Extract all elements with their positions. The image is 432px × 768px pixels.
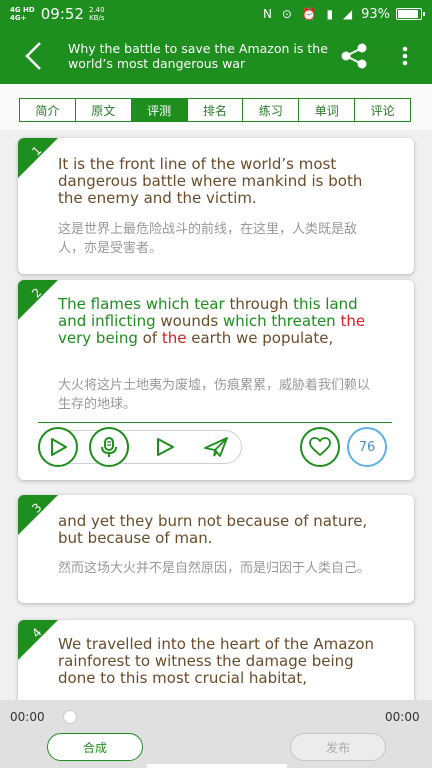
- sentence-english: and yet they burn not because of nature,…: [58, 512, 368, 547]
- battery-percent: 93%: [361, 6, 390, 22]
- play-icon: [51, 438, 67, 456]
- tab-practice[interactable]: 练习: [243, 99, 300, 121]
- home-indicator: [147, 764, 287, 768]
- tab-comments[interactable]: 评论: [355, 99, 410, 121]
- tabs-area: 简介 原文 评测 排名 练习 单词 评论: [0, 84, 432, 130]
- tab-ranking[interactable]: 排名: [188, 99, 244, 121]
- share-button[interactable]: [338, 40, 370, 72]
- sentence-chinese: 这是世界上最危险战斗的前线，在这里，人类既是敌人，亦是受害者。: [58, 222, 358, 256]
- battery-icon: [396, 8, 425, 20]
- sentence-card[interactable]: 4 We travelled into the heart of the Ama…: [18, 620, 414, 700]
- tab-intro[interactable]: 简介: [20, 99, 76, 121]
- card-divider: [38, 422, 392, 423]
- share-icon: [341, 43, 367, 69]
- scored-word-segment: very being: [58, 329, 143, 347]
- page-title: Why the battle to save the Amazon is the…: [68, 41, 328, 71]
- status-time: 09:52: [40, 5, 84, 23]
- playback-time-end: 00:00: [385, 710, 420, 724]
- app-bar: Why the battle to save the Amazon is the…: [0, 28, 432, 84]
- speed-value: 2.40: [88, 6, 105, 14]
- back-chevron-icon: [25, 42, 41, 70]
- scored-word-segment: the: [340, 312, 366, 330]
- sentence-english: It is the front line of the world’s most…: [58, 155, 363, 207]
- more-vert-icon: [402, 46, 408, 66]
- scored-word-segment: earth we populate,: [191, 329, 334, 347]
- tab-original[interactable]: 原文: [76, 99, 132, 121]
- scored-word-segment: of: [142, 329, 162, 347]
- sentence-card[interactable]: 1 It is the front line of the world’s mo…: [18, 138, 414, 274]
- sentence-english-scored: The flames which tear through this land …: [58, 296, 378, 347]
- playback-slider-thumb[interactable]: [63, 710, 77, 724]
- send-icon: [204, 437, 228, 457]
- scored-word-segment: through: [229, 295, 294, 313]
- tab-bar: 简介 原文 评测 排名 练习 单词 评论: [19, 98, 411, 122]
- battery-fill: [398, 10, 419, 18]
- sentence-english: We travelled into the heart of the Amazo…: [58, 635, 375, 687]
- sentence-list[interactable]: 1 It is the front line of the world’s mo…: [0, 130, 432, 700]
- network-indicator: 4G HD 4G+: [10, 6, 35, 22]
- speed-unit: KB/s: [89, 14, 105, 22]
- bottom-bar: 00:00 00:00 合成 发布: [0, 700, 432, 768]
- play-recording-icon: [157, 438, 174, 456]
- scored-word-segment: this: [293, 295, 326, 313]
- back-button[interactable]: [16, 38, 52, 74]
- scored-word-segment: The flames which tear: [58, 295, 230, 313]
- play-original-button[interactable]: [38, 427, 78, 467]
- playback-time-start: 00:00: [10, 710, 45, 724]
- scored-word-segment: the: [161, 329, 192, 347]
- more-button[interactable]: [393, 40, 417, 72]
- status-bar: 4G HD 4G+ 09:52 2.40 KB/s N ⊙ ⏰ ▮ ◢ 93%: [0, 0, 432, 28]
- sentence-card[interactable]: 3 and yet they burn not because of natur…: [18, 495, 414, 603]
- score-badge: 76: [347, 427, 387, 467]
- play-recording-button[interactable]: [145, 427, 185, 467]
- scored-word-segment: wounds: [160, 312, 223, 330]
- network-speed: 2.40 KB/s: [89, 6, 105, 22]
- tab-words[interactable]: 单词: [299, 99, 356, 121]
- tab-evaluation[interactable]: 评测: [131, 99, 188, 121]
- like-button[interactable]: [300, 427, 340, 467]
- network-type-bottom: 4G+: [10, 14, 27, 22]
- record-button[interactable]: [89, 427, 129, 467]
- scored-word-segment: which threaten: [222, 312, 341, 330]
- compose-button[interactable]: 合成: [47, 733, 143, 761]
- heart-icon: [309, 437, 331, 457]
- status-icons: N ⊙ ⏰ ▮ ◢: [263, 7, 356, 21]
- publish-button[interactable]: 发布: [290, 733, 386, 761]
- sentence-chinese: 大火将这片土地夷为废墟，伤痕累累，威胁着我们赖以生存的地球。: [58, 378, 371, 412]
- sentence-card-active[interactable]: 2 The flames which tear through this lan…: [18, 280, 414, 480]
- send-button[interactable]: [196, 427, 236, 467]
- microphone-icon: [101, 437, 117, 457]
- sentence-chinese: 然而这场大火并不是自然原因，而是归因于人类自己。: [58, 561, 371, 576]
- network-type-top: 4G HD: [10, 6, 35, 14]
